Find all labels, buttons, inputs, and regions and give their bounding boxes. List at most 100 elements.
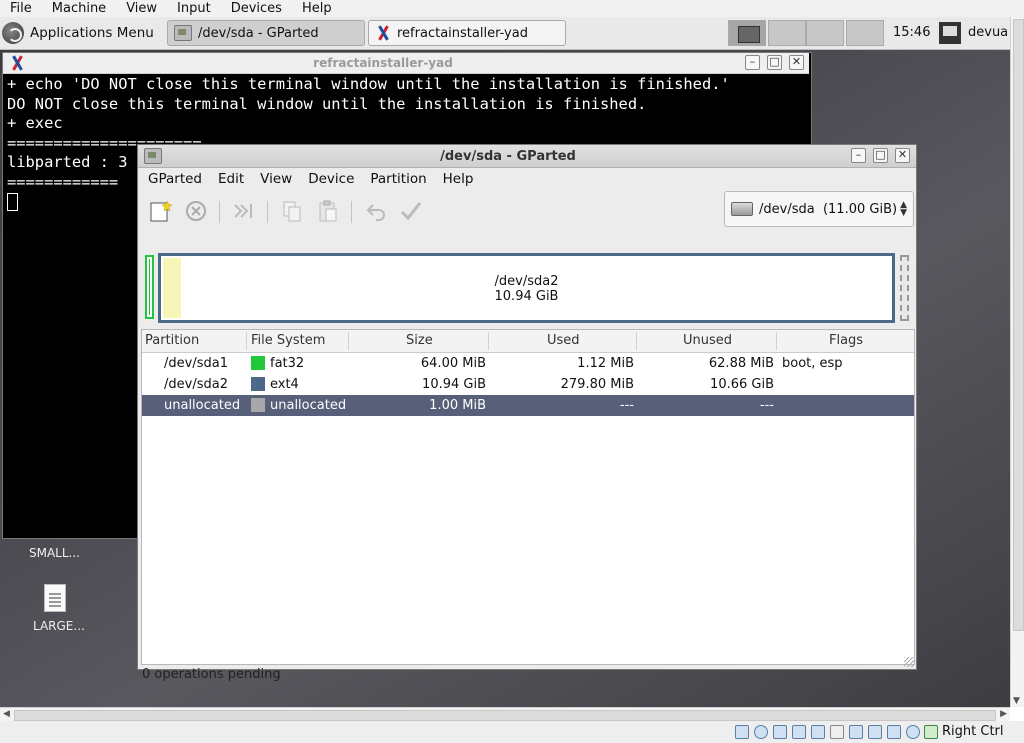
column-header-used[interactable]: Used	[547, 333, 580, 348]
horizontal-scrollbar[interactable]: ◀ ▶	[0, 707, 1010, 721]
close-button[interactable]: ✕	[895, 148, 910, 163]
minimize-button[interactable]: –	[851, 148, 866, 163]
menu-edit[interactable]: Edit	[208, 171, 250, 187]
toolbar-separator	[219, 201, 220, 223]
terminal-titlebar[interactable]: refractainstaller-yad – □ ✕	[3, 53, 809, 74]
cell-partition: unallocated	[164, 398, 241, 413]
undo-icon[interactable]	[364, 199, 388, 223]
scroll-down-arrow-icon[interactable]: ▼	[1013, 696, 1020, 706]
keyboard-capture-icon[interactable]	[924, 725, 938, 739]
vertical-scrollbar-thumb[interactable]	[1013, 19, 1024, 631]
display-icon[interactable]	[849, 725, 863, 739]
optical-drive-icon[interactable]	[754, 725, 768, 739]
fs-color-swatch	[251, 377, 265, 391]
table-row-selected[interactable]: unallocated unallocated 1.00 MiB --- ---	[142, 395, 914, 416]
gparted-menubar: GParted Edit View Device Partition Help	[138, 168, 916, 190]
column-header-filesystem[interactable]: File System	[251, 333, 325, 348]
fs-color-swatch	[251, 398, 265, 412]
column-separator[interactable]	[776, 332, 777, 350]
workspace-2[interactable]	[768, 20, 806, 46]
column-header-partition[interactable]: Partition	[145, 333, 199, 348]
gparted-icon	[174, 25, 192, 41]
taskbar-item-refractainstaller[interactable]: refractainstaller-yad	[368, 20, 566, 46]
toolbar-separator	[351, 201, 352, 223]
x-terminal-icon	[375, 25, 391, 41]
column-separator[interactable]	[246, 332, 247, 350]
vbox-menu-devices[interactable]: Devices	[221, 1, 292, 16]
gparted-titlebar[interactable]: /dev/sda - GParted – □ ✕	[138, 145, 916, 168]
copy-icon[interactable]	[280, 199, 304, 223]
diskmap-label: /dev/sda2 10.94 GiB	[161, 274, 892, 304]
maximize-button[interactable]: □	[873, 148, 888, 163]
desktop-icon-small-label[interactable]: SMALL...	[29, 546, 80, 560]
taskbar-item-label: refractainstaller-yad	[397, 25, 528, 41]
cell-size: 64.00 MiB	[420, 356, 486, 371]
menu-view[interactable]: View	[250, 171, 298, 187]
usb-icon[interactable]	[811, 725, 825, 739]
vbox-menu-view[interactable]: View	[116, 1, 167, 16]
cell-size: 10.94 GiB	[422, 377, 486, 392]
diskmap-unallocated[interactable]	[900, 255, 909, 321]
network-icon[interactable]	[792, 725, 806, 739]
apply-icon[interactable]	[399, 199, 423, 223]
vertical-scrollbar[interactable]: ▼	[1010, 17, 1024, 707]
cell-filesystem: ext4	[270, 377, 299, 392]
scroll-left-arrow-icon[interactable]: ◀	[3, 709, 10, 719]
cell-unused: ---	[759, 398, 774, 413]
resize-grip[interactable]	[904, 657, 914, 667]
paste-icon[interactable]	[316, 199, 340, 223]
vbox-menu-help[interactable]: Help	[292, 1, 342, 16]
resize-move-icon[interactable]	[231, 199, 255, 223]
column-separator[interactable]	[488, 332, 489, 350]
gparted-toolbar: /dev/sda (11.00 GiB) ▲ ▼	[138, 191, 916, 233]
column-header-size[interactable]: Size	[406, 333, 433, 348]
close-button[interactable]: ✕	[789, 55, 804, 70]
menu-help[interactable]: Help	[433, 171, 480, 187]
table-header: Partition File System Size Used Unused F…	[142, 330, 914, 353]
vbox-menu-file[interactable]: File	[0, 1, 42, 16]
vbox-menu-input[interactable]: Input	[167, 1, 221, 16]
table-row[interactable]: /dev/sda2 ext4 10.94 GiB 279.80 MiB 10.6…	[142, 374, 914, 395]
cpu-icon[interactable]	[887, 725, 901, 739]
mouse-integration-icon[interactable]	[906, 725, 920, 739]
delete-partition-icon[interactable]	[184, 199, 208, 223]
cell-size: 1.00 MiB	[429, 398, 486, 413]
device-selector[interactable]: /dev/sda (11.00 GiB) ▲ ▼	[724, 191, 914, 227]
cell-unused: 62.88 MiB	[708, 356, 774, 371]
partition-table[interactable]: Partition File System Size Used Unused F…	[141, 329, 915, 665]
user-name[interactable]: devua	[968, 25, 1008, 40]
document-icon[interactable]	[44, 584, 66, 612]
diskmap-partition-sda1[interactable]	[145, 255, 154, 319]
user-icon[interactable]	[939, 22, 961, 44]
clock[interactable]: 15:46	[893, 25, 930, 40]
maximize-button[interactable]: □	[767, 55, 782, 70]
workspace-4[interactable]	[846, 20, 884, 46]
menu-partition[interactable]: Partition	[360, 171, 432, 187]
applications-menu-button[interactable]: Applications Menu	[2, 21, 154, 45]
table-row[interactable]: /dev/sda1 fat32 64.00 MiB 1.12 MiB 62.88…	[142, 353, 914, 374]
new-partition-icon[interactable]	[148, 199, 172, 223]
shared-folders-icon[interactable]	[830, 725, 844, 739]
minimize-button[interactable]: –	[745, 55, 760, 70]
menu-device[interactable]: Device	[298, 171, 360, 187]
vbox-menu-machine[interactable]: Machine	[42, 1, 116, 16]
column-separator[interactable]	[636, 332, 637, 350]
audio-icon[interactable]	[773, 725, 787, 739]
gparted-window[interactable]: /dev/sda - GParted – □ ✕ GParted Edit Vi…	[137, 144, 917, 682]
workspace-1[interactable]	[728, 20, 766, 46]
diskmap-partition-sda2[interactable]: /dev/sda2 10.94 GiB	[158, 253, 895, 323]
scroll-right-arrow-icon[interactable]: ▶	[1000, 709, 1007, 719]
harddisk-activity-icon[interactable]	[735, 725, 749, 739]
taskbar-item-gparted[interactable]: /dev/sda - GParted	[167, 20, 365, 46]
workspace-3[interactable]	[806, 20, 844, 46]
menu-gparted[interactable]: GParted	[138, 171, 208, 187]
terminal-title: refractainstaller-yad	[313, 56, 453, 70]
desktop-icon-large-label[interactable]: LARGE...	[33, 619, 85, 633]
top-panel: Applications Menu /dev/sda - GParted ref…	[0, 17, 1010, 50]
column-header-unused[interactable]: Unused	[683, 333, 732, 348]
video-capture-icon[interactable]	[868, 725, 882, 739]
column-header-flags[interactable]: Flags	[829, 333, 863, 348]
horizontal-scrollbar-thumb[interactable]	[14, 710, 996, 721]
fs-color-swatch	[251, 356, 265, 370]
column-separator[interactable]	[348, 332, 349, 350]
